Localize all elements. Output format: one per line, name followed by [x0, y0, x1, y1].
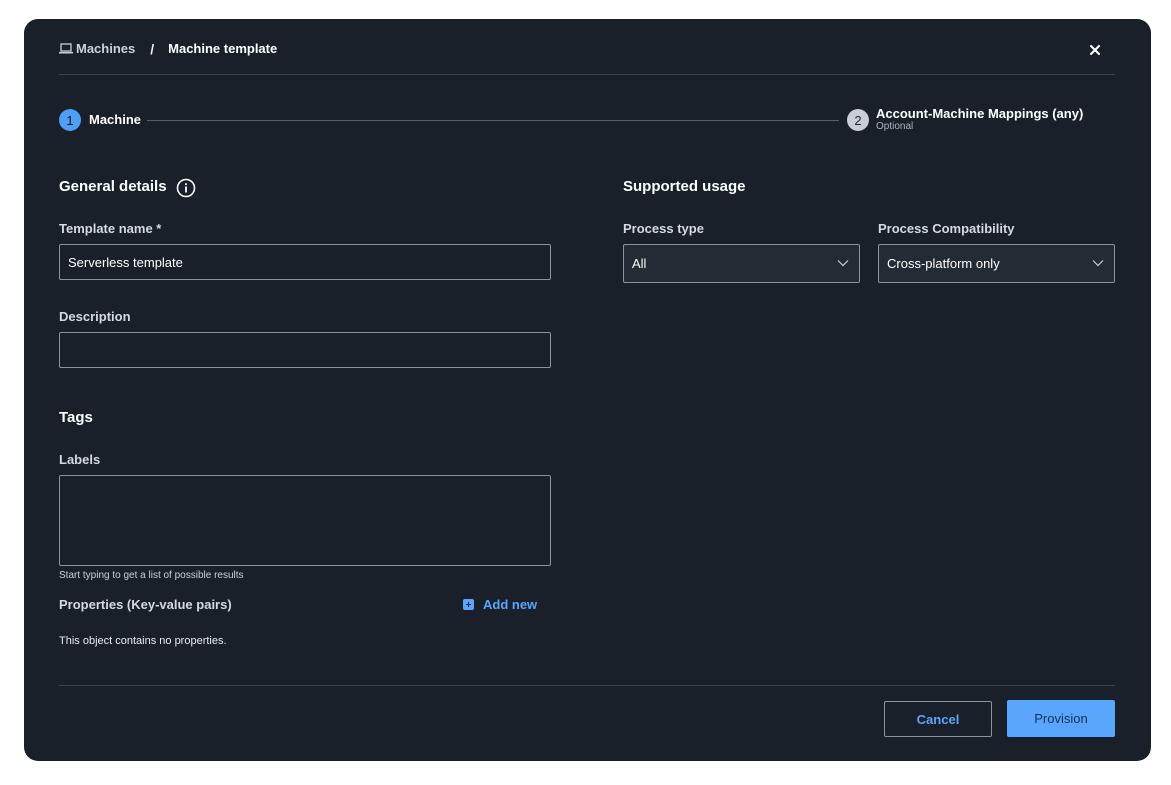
process-type-label: Process type [623, 221, 704, 236]
breadcrumb-current: Machine template [168, 41, 278, 56]
wizard-stepper: 1 Machine 2 Account-Machine Mappings (an… [59, 106, 1115, 134]
supported-usage-heading: Supported usage [623, 178, 746, 195]
description-input[interactable] [59, 332, 551, 368]
chevron-down-icon [1092, 260, 1104, 267]
breadcrumb-machines-link[interactable]: Machines [59, 41, 135, 56]
template-name-input[interactable] [59, 244, 551, 280]
cancel-button[interactable]: Cancel [884, 701, 992, 737]
general-details-heading: General details [59, 178, 167, 195]
add-icon [463, 599, 474, 610]
step-1-label[interactable]: Machine [89, 112, 141, 127]
laptop-icon [59, 43, 73, 54]
process-compatibility-label: Process Compatibility [878, 221, 1015, 236]
tags-heading: Tags [59, 409, 93, 426]
empty-properties-text: This object contains no properties. [59, 635, 227, 647]
step-2-label[interactable]: Account-Machine Mappings (any) [876, 106, 1083, 121]
provision-button[interactable]: Provision [1007, 700, 1115, 737]
info-icon[interactable] [176, 178, 196, 198]
close-icon [1090, 45, 1100, 55]
chevron-down-icon [837, 260, 849, 267]
footer-divider [59, 685, 1115, 686]
process-compatibility-value: Cross-platform only [887, 256, 1000, 271]
labels-helper-text: Start typing to get a list of possible r… [59, 570, 244, 581]
machine-template-dialog: Machines / Machine template 1 Machine 2 … [24, 19, 1151, 761]
step-2-indicator[interactable]: 2 [847, 109, 869, 131]
stepper-connector [147, 120, 839, 121]
template-name-label: Template name * [59, 221, 162, 236]
breadcrumb-separator: / [150, 41, 155, 57]
properties-label: Properties (Key-value pairs) [59, 597, 232, 612]
step-2-sublabel: Optional [876, 121, 914, 132]
process-compatibility-select[interactable]: Cross-platform only [878, 244, 1115, 283]
process-type-select[interactable]: All [623, 244, 860, 283]
description-label: Description [59, 309, 131, 324]
add-new-property-button[interactable]: Add new [463, 597, 537, 612]
labels-label: Labels [59, 452, 101, 467]
add-new-label: Add new [483, 597, 538, 612]
breadcrumb-machines-label: Machines [76, 41, 136, 56]
step-1-indicator[interactable]: 1 [59, 109, 81, 131]
dialog-header: Machines / Machine template [59, 41, 1115, 75]
process-type-value: All [632, 256, 647, 271]
labels-input[interactable] [59, 475, 551, 566]
close-button[interactable] [1087, 42, 1103, 58]
